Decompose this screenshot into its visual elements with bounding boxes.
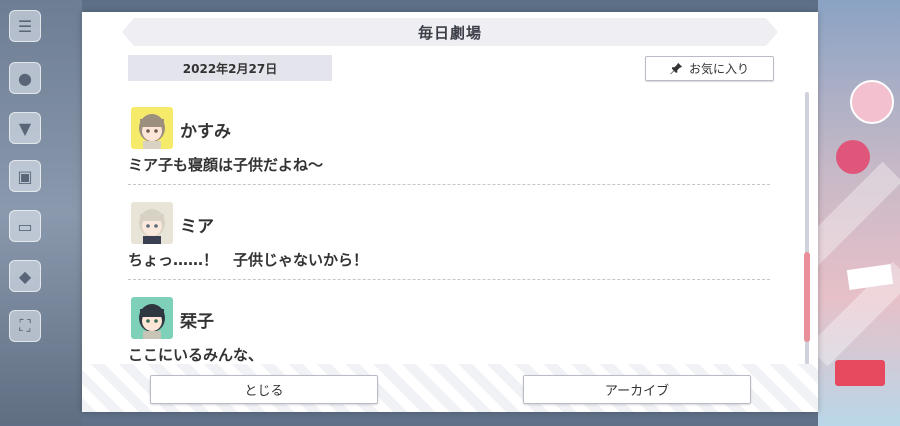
favorite-button[interactable]: お気に入り: [645, 56, 774, 81]
pin-icon: [670, 62, 683, 75]
speaker-name: 栞子: [180, 312, 214, 332]
menu-icon[interactable]: ☰: [9, 10, 41, 42]
divider: [128, 279, 770, 280]
mia-avatar: [131, 202, 173, 244]
scrollbar-thumb[interactable]: [804, 252, 810, 342]
dialogue-text: ミア子も寝顔は子供だよね〜: [128, 156, 324, 174]
background-red-banner: [835, 360, 885, 386]
shirt-icon[interactable]: ▼: [9, 112, 41, 144]
favorite-button-label: お気に入り: [688, 62, 749, 76]
expand-icon[interactable]: ⛶: [9, 310, 41, 342]
speaker-name: かすみ: [180, 122, 231, 142]
archive-button[interactable]: アーカイブ: [523, 375, 751, 404]
divider: [128, 184, 770, 185]
background-badge-icon: [836, 140, 870, 174]
monitor-icon[interactable]: ▭: [9, 210, 41, 242]
dialogue-entry: ミア ちょっ……！ 子供じゃないから！: [128, 192, 770, 288]
dialogue-text: ちょっ……！ 子供じゃないから！: [128, 251, 369, 269]
dialogue-text: ここにいるみんな、: [128, 346, 264, 364]
shioriko-avatar: [131, 297, 173, 339]
kasumi-avatar: [131, 107, 173, 149]
speaker-name: ミア: [180, 217, 214, 237]
daily-theater-modal: 毎日劇場 2022年2月27日 お気に入り かすみ ミア子も寝顔は子供だよね〜: [82, 12, 818, 412]
watering-can-icon[interactable]: ◆: [9, 260, 41, 292]
background-badge-icon: [850, 80, 894, 124]
chat-icon[interactable]: ●: [9, 62, 41, 94]
gift-icon[interactable]: ▣: [9, 160, 41, 192]
dialogue-entry: かすみ ミア子も寝顔は子供だよね〜: [128, 97, 770, 193]
close-button[interactable]: とじる: [150, 375, 378, 404]
modal-title: 毎日劇場: [122, 18, 778, 46]
dialogue-entry: 栞子 ここにいるみんな、: [128, 287, 770, 369]
date-label: 2022年2月27日: [128, 55, 332, 81]
dialogue-list[interactable]: かすみ ミア子も寝顔は子供だよね〜 ミア ちょっ……！ 子供じゃないから！ 栞子…: [128, 97, 770, 369]
